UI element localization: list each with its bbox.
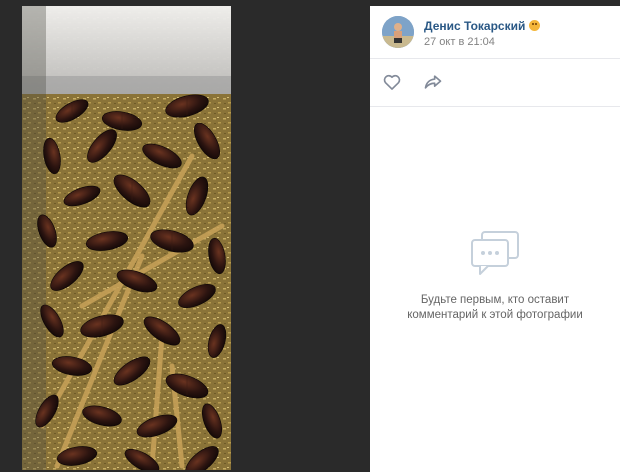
share-arrow-icon[interactable] [422,72,444,92]
comments-bubble-icon [471,231,519,275]
empty-comments-line-1: Будьте первым, кто оставит [420,294,570,306]
smiley-emoji-icon [529,20,541,31]
empty-comments-message: Будьте первым, кто оставит комментарий к… [370,293,620,323]
post-photo[interactable] [22,6,231,470]
post-date[interactable]: 27 окт в 21:04 [424,36,495,48]
heart-icon[interactable] [382,72,402,92]
post-side-panel: Денис Токарский 27 окт в 21:04 Будьте пе… [370,6,620,472]
post-actions [370,58,620,107]
post-header: Денис Токарский 27 окт в 21:04 [370,6,620,59]
empty-comments-line-2: комментарий к этой фотографии [407,309,583,321]
avatar[interactable] [382,16,414,48]
author-name[interactable]: Денис Токарский [424,19,541,33]
